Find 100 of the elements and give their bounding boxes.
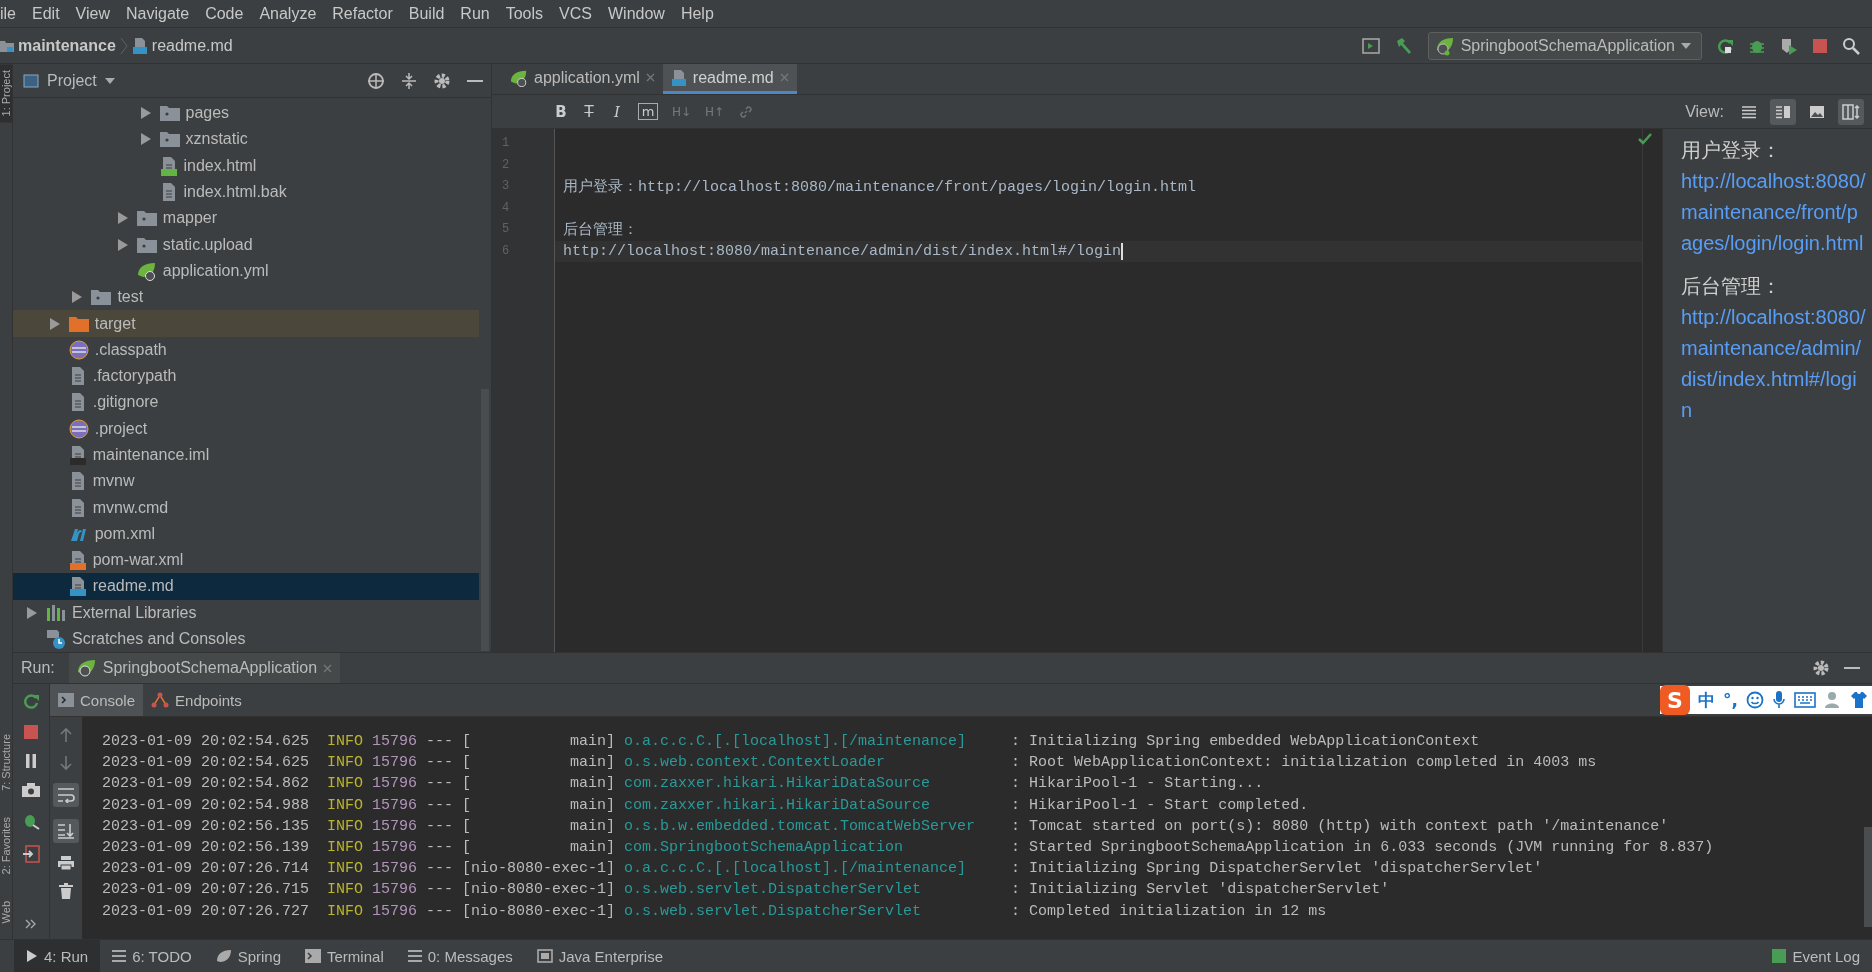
print-icon[interactable] — [57, 855, 75, 871]
microphone-icon[interactable] — [1772, 690, 1786, 710]
input-method-logo[interactable]: S — [1660, 685, 1691, 715]
editor-tab[interactable]: application.yml — [502, 64, 663, 94]
run-configuration-dropdown[interactable]: SpringbootSchemaApplication — [1427, 31, 1702, 60]
run-window-icon[interactable] — [1361, 37, 1380, 54]
minimize-icon[interactable] — [1844, 666, 1860, 670]
trash-icon[interactable] — [59, 883, 73, 899]
tree-item[interactable]: External Libraries — [13, 599, 479, 626]
format-button[interactable]: I — [610, 102, 624, 121]
console-tab[interactable]: Console — [50, 684, 144, 716]
event-log-button[interactable]: Event Log — [1760, 940, 1872, 972]
keyboard-icon[interactable] — [1794, 692, 1816, 708]
editor-tab[interactable]: readme.md — [662, 64, 797, 94]
menu-item[interactable]: ile — [0, 4, 24, 23]
stop-icon[interactable] — [1812, 37, 1828, 54]
bug-icon[interactable] — [22, 812, 40, 830]
rerun-icon[interactable] — [22, 692, 40, 710]
punctuation-toggle[interactable]: °, — [1723, 690, 1738, 710]
breadcrumb-item[interactable]: readme.md — [151, 36, 233, 55]
tree-item[interactable]: index.html — [13, 152, 479, 179]
close-icon[interactable] — [323, 663, 333, 673]
tree-item[interactable]: mapper — [13, 205, 479, 232]
tree-item[interactable]: pages — [13, 100, 479, 127]
tree-item[interactable]: application.yml — [13, 257, 479, 285]
tree-item[interactable]: readme.md — [13, 573, 479, 600]
tool-window-tab[interactable]: Web — [0, 894, 12, 929]
tree-item[interactable]: xznstatic — [13, 126, 479, 153]
person-icon[interactable] — [1824, 691, 1842, 709]
menu-item[interactable]: Tools — [505, 4, 552, 23]
tree-item[interactable]: .factorypath — [13, 362, 479, 390]
tree-item[interactable]: .project — [13, 415, 479, 442]
tool-window-button[interactable]: Terminal — [293, 940, 396, 972]
scrollbar[interactable] — [1864, 827, 1872, 927]
console-tab[interactable]: Endpoints — [143, 684, 250, 716]
tool-window-button[interactable]: Spring — [203, 940, 294, 972]
menu-item[interactable]: Edit — [32, 4, 68, 23]
menu-item[interactable]: Window — [608, 4, 673, 23]
menu-item[interactable]: Help — [680, 4, 722, 23]
expand-arrow-icon[interactable] — [116, 237, 129, 252]
camera-icon[interactable] — [22, 783, 40, 797]
format-button[interactable]: B — [554, 102, 568, 121]
tree-item[interactable]: pom.xml — [13, 520, 479, 548]
scrollbar[interactable] — [481, 389, 489, 651]
exit-icon[interactable] — [22, 845, 40, 863]
expand-arrow-icon[interactable] — [48, 316, 61, 331]
arrow-up-icon[interactable] — [59, 727, 73, 743]
preview-link[interactable]: http://localhost:8080/maintenance/front/pages/login/login.html — [1681, 166, 1866, 259]
menu-item[interactable]: Navigate — [126, 4, 198, 23]
tool-window-tab[interactable]: 7: Structure — [0, 728, 12, 798]
shirt-icon[interactable] — [1850, 691, 1868, 709]
tree-item[interactable]: index.html.bak — [13, 178, 479, 206]
rerun-icon[interactable] — [1716, 36, 1734, 55]
tree-item[interactable]: mvnw.cmd — [13, 494, 479, 521]
expand-arrow-icon[interactable] — [139, 106, 152, 121]
menu-item[interactable]: Analyze — [259, 4, 325, 23]
tree-item[interactable]: target — [13, 310, 479, 337]
input-mode-toggle[interactable]: 中 — [1698, 688, 1716, 712]
tool-window-button[interactable]: 0: Messages — [395, 940, 525, 972]
tool-window-button[interactable]: Java Enterprise — [524, 940, 675, 972]
expand-arrow-icon[interactable] — [71, 290, 84, 305]
tree-item[interactable]: maintenance.iml — [13, 441, 479, 469]
more-icon[interactable] — [25, 919, 37, 929]
format-button[interactable]: T — [582, 102, 596, 121]
split-view-icon[interactable] — [1770, 98, 1796, 125]
tree-item[interactable]: .classpath — [13, 336, 479, 363]
collapse-icon[interactable] — [401, 71, 417, 90]
menu-item[interactable]: Build — [408, 4, 453, 23]
tree-item[interactable]: pom-war.xml — [13, 547, 479, 574]
menu-item[interactable]: VCS — [559, 4, 600, 23]
locate-icon[interactable] — [367, 71, 385, 90]
menu-item[interactable]: View — [75, 4, 118, 23]
tool-window-button[interactable]: 4: Run — [14, 940, 101, 972]
run-tab[interactable]: SpringbootSchemaApplication — [68, 653, 341, 683]
arrow-down-icon[interactable] — [59, 755, 73, 771]
settings-icon[interactable] — [433, 71, 451, 90]
settings-icon[interactable] — [1812, 659, 1830, 677]
columns-icon[interactable] — [1838, 98, 1864, 125]
tool-window-tab[interactable]: 2: Favorites — [0, 811, 12, 881]
expand-arrow-icon[interactable] — [26, 605, 38, 620]
menu-item[interactable]: Code — [205, 4, 252, 23]
tree-item[interactable]: mvnw — [13, 468, 479, 495]
search-icon[interactable] — [1842, 36, 1860, 55]
close-icon[interactable] — [645, 73, 655, 82]
breadcrumb-item[interactable]: maintenance — [18, 36, 116, 55]
preview-link[interactable]: http://localhost:8080/maintenance/admin/dist/index.html#/login — [1681, 302, 1866, 426]
coverage-icon[interactable] — [1780, 36, 1798, 55]
format-button[interactable]: m — [638, 103, 658, 120]
tree-item[interactable]: static.upload — [13, 231, 479, 258]
tree-item[interactable]: Scratches and Consoles — [13, 625, 479, 653]
expand-arrow-icon[interactable] — [116, 211, 129, 226]
project-tool-tab[interactable]: 1: Project — [0, 64, 12, 123]
scroll-to-end-toggle[interactable] — [53, 819, 79, 843]
menu-item[interactable]: Run — [460, 4, 498, 23]
soft-wrap-toggle[interactable] — [53, 783, 79, 807]
menu-item[interactable]: Refactor — [332, 4, 401, 23]
smiley-icon[interactable] — [1746, 691, 1764, 709]
tree-item[interactable]: .gitignore — [13, 389, 479, 416]
project-view-dropdown[interactable]: Project — [23, 71, 115, 90]
tool-window-button[interactable]: 6: TODO — [100, 940, 204, 972]
